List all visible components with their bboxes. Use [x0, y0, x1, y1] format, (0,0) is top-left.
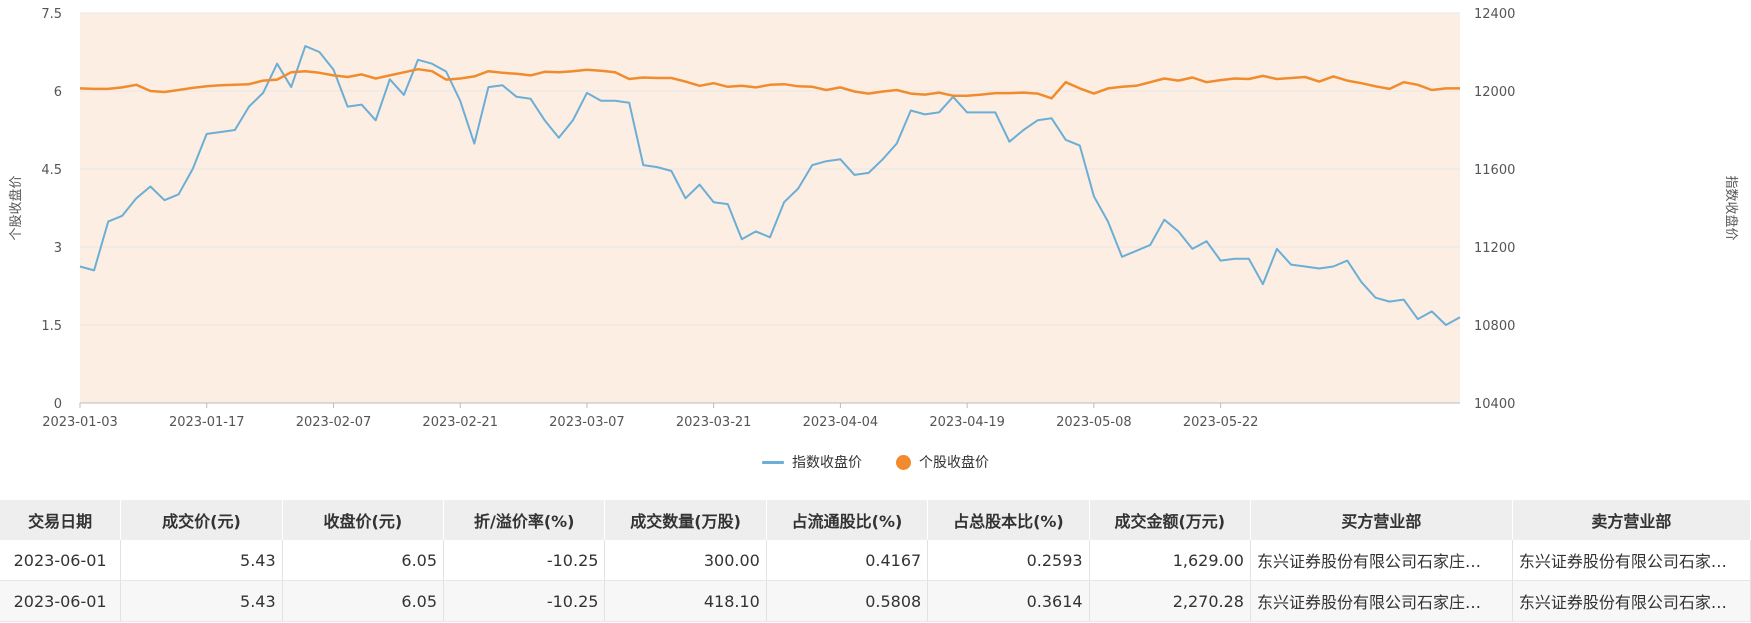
table-row: 2023-06-01 5.43 6.05 -10.25 418.10 0.580…: [0, 580, 1751, 622]
y-right-tick-label: 11600: [1474, 163, 1515, 178]
x-tick-label: 2023-03-21: [676, 415, 752, 430]
cell-buyer[interactable]: 东兴证券股份有限公司石家庄…: [1250, 580, 1513, 622]
cell-amount: 2,270.28: [1089, 580, 1251, 622]
y-right-tick-label: 10400: [1474, 397, 1515, 412]
cell-deal-price: 5.43: [120, 580, 283, 622]
x-tick-label: 2023-01-17: [169, 415, 245, 430]
col-header-seller[interactable]: 卖方营业部: [1512, 500, 1751, 540]
cell-seller[interactable]: 东兴证券股份有限公司石家…: [1512, 540, 1751, 581]
cell-total-ratio: 0.2593: [927, 540, 1090, 581]
cell-seller[interactable]: 东兴证券股份有限公司石家…: [1512, 580, 1751, 622]
cell-volume: 300.00: [604, 540, 767, 581]
col-header-trade-date[interactable]: 交易日期: [0, 500, 122, 540]
col-header-buyer[interactable]: 买方营业部: [1250, 500, 1513, 540]
table-header-row: 交易日期 成交价(元) 收盘价(元) 折/溢价率(%) 成交数量(万股) 占流通…: [0, 500, 1751, 540]
cell-buyer[interactable]: 东兴证券股份有限公司石家庄…: [1250, 540, 1513, 581]
y-right-axis-title: 指数收盘价: [1723, 175, 1739, 240]
x-tick-label: 2023-01-03: [42, 415, 118, 430]
col-header-float-ratio[interactable]: 占流通股比(%): [766, 500, 929, 540]
y-left-tick-label: 3: [54, 241, 62, 256]
y-left-tick-label: 7.5: [41, 7, 62, 22]
legend-item-index[interactable]: 指数收盘价: [762, 452, 862, 472]
legend-line-swatch: [762, 460, 784, 464]
col-header-volume[interactable]: 成交数量(万股): [604, 500, 767, 540]
cell-volume: 418.10: [604, 580, 767, 622]
y-left-tick-label: 1.5: [41, 319, 62, 334]
y-right-tick-label: 10800: [1474, 319, 1515, 334]
y-left-tick-label: 6: [54, 85, 62, 100]
y-left-tick-label: 4.5: [41, 163, 62, 178]
cell-trade-date: 2023-06-01: [0, 540, 122, 581]
cell-deal-price: 5.43: [120, 540, 283, 581]
y-left-tick-label: 0: [54, 397, 62, 412]
col-header-amount[interactable]: 成交金额(万元): [1089, 500, 1251, 540]
cell-close-price: 6.05: [282, 540, 445, 581]
y-right-tick-label: 12000: [1474, 85, 1515, 100]
y-left-axis-title: 个股收盘价: [8, 175, 24, 240]
cell-float-ratio: 0.5808: [766, 580, 929, 622]
legend-label-index: 指数收盘价: [792, 455, 862, 471]
table-row: 2023-06-01 5.43 6.05 -10.25 300.00 0.416…: [0, 540, 1751, 581]
x-tick-label: 2023-04-04: [803, 415, 879, 430]
col-header-premium-rate[interactable]: 折/溢价率(%): [443, 500, 606, 540]
col-header-deal-price[interactable]: 成交价(元): [120, 500, 283, 540]
chart-svg: 0 10400 1.5 10800 3 11200 4.5 11600 6 12000 7.5 124…: [8, 7, 1739, 430]
legend-item-stock[interactable]: 个股收盘价: [896, 452, 989, 472]
x-tick-label: 2023-04-19: [929, 415, 1005, 430]
cell-amount: 1,629.00: [1089, 540, 1251, 581]
chart-legend: 指数收盘价 个股收盘价: [0, 450, 1751, 474]
legend-label-stock: 个股收盘价: [919, 455, 989, 471]
cell-premium-rate: -10.25: [443, 540, 606, 581]
legend-dot-swatch: [896, 454, 911, 470]
cell-float-ratio: 0.4167: [766, 540, 929, 581]
x-tick-label: 2023-05-22: [1183, 415, 1259, 430]
plot-area-fill: [80, 13, 1460, 403]
x-tick-label: 2023-03-07: [549, 415, 625, 430]
price-chart: 0 10400 1.5 10800 3 11200 4.5 11600 6 12000 7.5 124…: [0, 0, 1751, 470]
x-tick-label: 2023-02-21: [422, 415, 498, 430]
x-tick-label: 2023-02-07: [296, 415, 372, 430]
col-header-close-price[interactable]: 收盘价(元): [282, 500, 445, 540]
y-right-tick-label: 12400: [1474, 7, 1515, 22]
y-right-tick-label: 11200: [1474, 241, 1515, 256]
cell-premium-rate: -10.25: [443, 580, 606, 622]
col-header-total-ratio[interactable]: 占总股本比(%): [927, 500, 1090, 540]
cell-total-ratio: 0.3614: [927, 580, 1090, 622]
cell-trade-date: 2023-06-01: [0, 580, 122, 622]
block-trade-table: 交易日期 成交价(元) 收盘价(元) 折/溢价率(%) 成交数量(万股) 占流通…: [0, 500, 1751, 622]
x-tick-label: 2023-05-08: [1056, 415, 1132, 430]
cell-close-price: 6.05: [282, 580, 445, 622]
